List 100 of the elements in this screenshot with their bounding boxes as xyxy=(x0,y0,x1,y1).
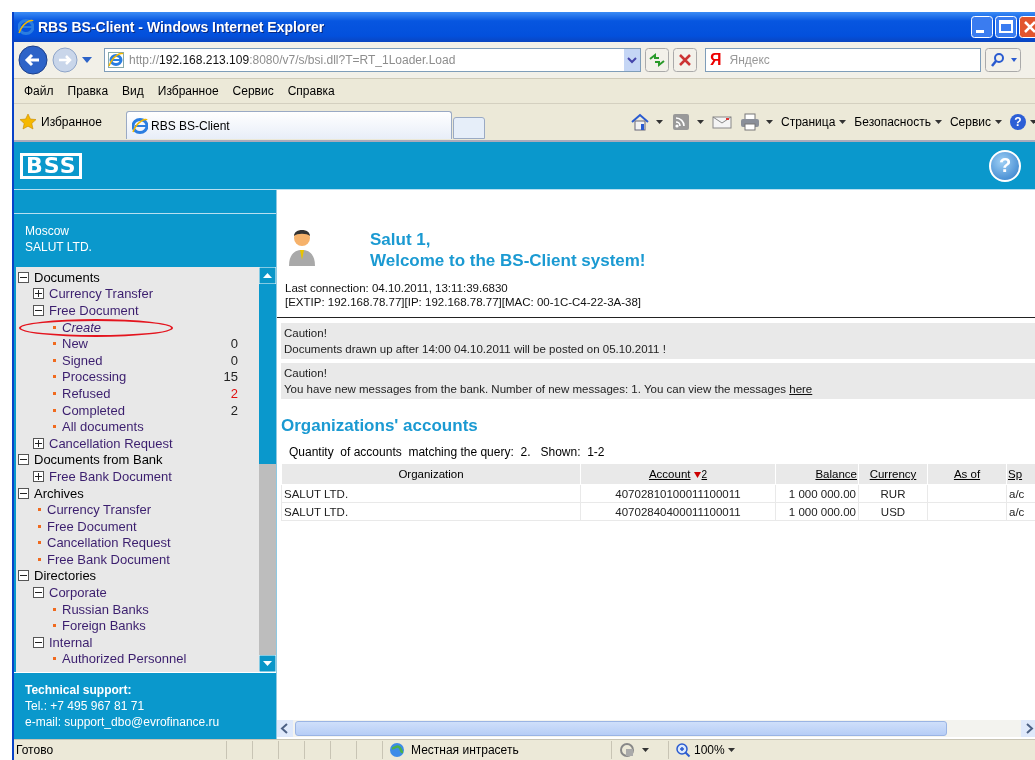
item-count: 0 xyxy=(230,336,238,352)
messages-link[interactable]: here xyxy=(789,383,813,395)
table-cell: SALUT LTD. xyxy=(281,484,581,503)
item-count: 2 xyxy=(230,385,238,401)
tree-item[interactable]: Free Bank Document xyxy=(49,468,172,484)
table-cell: 1 000 000.00 xyxy=(775,502,859,521)
close-button[interactable] xyxy=(1019,16,1035,38)
tree-item[interactable]: Internal xyxy=(49,634,93,650)
stop-button[interactable] xyxy=(673,48,697,72)
collapse-icon[interactable] xyxy=(33,587,44,599)
horizontal-scrollbar[interactable] xyxy=(277,720,1035,737)
collapse-icon[interactable] xyxy=(18,570,29,582)
table-cell: 40702810100011100011 xyxy=(580,484,776,503)
tree-item[interactable]: Corporate xyxy=(49,585,107,601)
refresh-button[interactable] xyxy=(645,48,669,72)
menu-item[interactable]: Сервис xyxy=(232,84,274,98)
tree-item[interactable]: Currency Transfer xyxy=(49,286,154,302)
history-dropdown-icon[interactable] xyxy=(82,57,92,63)
collapse-icon[interactable] xyxy=(18,271,29,283)
scroll-right-button[interactable] xyxy=(1021,720,1035,737)
network-info-text: [EXTIP: 192.168.78.77][IP: 192.168.78.77][MAC: 00-1C-C4-22-3A-38] xyxy=(284,295,643,309)
item-count: 15 xyxy=(223,369,238,385)
bullet-icon xyxy=(38,508,41,512)
mail-icon[interactable] xyxy=(711,113,732,131)
vertical-scrollbar[interactable] xyxy=(259,267,276,672)
tree-item[interactable]: Documents from Bank xyxy=(34,452,163,468)
collapse-icon[interactable] xyxy=(18,487,29,499)
tree-item[interactable]: Completed xyxy=(62,402,125,418)
company-label: SALUT LTD. xyxy=(25,239,93,255)
expand-icon[interactable] xyxy=(33,437,44,449)
column-header[interactable]: As of xyxy=(927,463,1007,485)
printer-icon[interactable] xyxy=(739,113,760,131)
search-input[interactable]: Яндекс xyxy=(727,52,932,68)
menu-item[interactable]: Правка xyxy=(67,84,109,98)
tree-item[interactable]: Currency Transfer xyxy=(47,502,152,518)
tree-item[interactable]: Directories xyxy=(34,568,97,584)
feed-icon[interactable] xyxy=(670,113,691,131)
tree-item[interactable]: Archives xyxy=(34,485,84,501)
caret-icon xyxy=(765,120,773,124)
window-title: RBS BS-Client - Windows Internet Explorer xyxy=(38,19,326,35)
scroll-down-button[interactable] xyxy=(259,655,276,672)
item-count: 2 xyxy=(230,402,238,418)
last-connection-text: Last connection: 04.10.2011, 13:11:39.6830 xyxy=(284,281,509,295)
tree-item[interactable]: Cancellation Request xyxy=(47,535,171,551)
collapse-icon[interactable] xyxy=(33,636,44,648)
maximize-button[interactable] xyxy=(995,16,1017,38)
tree-item[interactable]: Signed xyxy=(62,352,103,368)
tree-item[interactable]: Russian Banks xyxy=(62,601,149,617)
expand-icon[interactable] xyxy=(33,470,44,482)
favorites-button[interactable]: Избранное xyxy=(20,114,126,130)
table-cell: RUR xyxy=(858,484,928,503)
tree-item[interactable]: Free Document xyxy=(49,303,139,318)
menu-item[interactable]: Избранное xyxy=(157,84,219,98)
page-icon xyxy=(108,52,124,68)
zoom-button[interactable]: 100% xyxy=(668,741,741,759)
minimize-button[interactable] xyxy=(971,16,993,38)
tree-item[interactable]: Cancellation Request xyxy=(49,435,173,451)
tree-item[interactable]: Refused xyxy=(62,385,111,401)
protected-mode-icon[interactable] xyxy=(618,742,636,758)
collapse-icon[interactable] xyxy=(33,305,44,316)
scrollbar-thumb[interactable] xyxy=(295,721,947,736)
scroll-left-button[interactable] xyxy=(277,720,293,737)
bullet-icon xyxy=(53,325,56,329)
menu-item[interactable]: Вид xyxy=(122,84,144,98)
support-email: e-mail: support_dbo@evrofinance.ru xyxy=(25,714,221,730)
search-button[interactable] xyxy=(985,48,1021,72)
column-header[interactable]: Account 2 xyxy=(580,463,776,485)
star-icon xyxy=(20,114,36,130)
tree-item[interactable]: Foreign Banks xyxy=(62,618,146,634)
toolbar-menu[interactable]: Безопасность xyxy=(854,115,942,129)
scrollbar-thumb[interactable] xyxy=(259,284,276,464)
support-title: Technical support: xyxy=(25,682,133,698)
bullet-icon xyxy=(53,425,56,429)
caret-icon xyxy=(727,748,735,752)
home-icon[interactable] xyxy=(629,113,650,131)
tree-item[interactable]: Free Bank Document xyxy=(47,551,170,567)
column-header[interactable]: Currency xyxy=(858,463,928,485)
dropdown-icon[interactable] xyxy=(624,49,640,71)
column-header[interactable]: Balance xyxy=(775,463,859,485)
browser-tab[interactable]: RBS BS-Client xyxy=(126,111,452,139)
item-count: 0 xyxy=(230,352,238,368)
toolbar-menu[interactable]: Страница xyxy=(780,115,847,129)
menu-item[interactable]: Справка xyxy=(287,84,335,98)
search-field[interactable]: Я Яндекс xyxy=(705,48,981,72)
address-field[interactable]: http://192.168.213.109:8080/v7/s/bsi.dll?T=RT_1Loader.Load xyxy=(104,48,641,72)
column-header[interactable]: Sp xyxy=(1006,463,1035,485)
expand-icon[interactable] xyxy=(33,288,44,300)
tree-item[interactable]: New xyxy=(62,336,88,352)
collapse-icon[interactable] xyxy=(18,454,29,466)
column-header: Organization xyxy=(281,463,581,485)
tree-item[interactable]: All documents xyxy=(62,419,144,435)
tree-item[interactable]: Free Document xyxy=(47,518,137,534)
toolbar-menu[interactable]: Сервис xyxy=(949,115,1002,129)
scroll-up-button[interactable] xyxy=(259,267,276,284)
tree-item[interactable]: Authorized Personnel xyxy=(62,651,187,667)
menu-item[interactable]: Файл xyxy=(24,84,54,98)
tree-item[interactable]: Processing xyxy=(62,369,127,385)
tree-item[interactable]: Create xyxy=(62,319,102,335)
tree-item[interactable]: Documents xyxy=(34,269,100,285)
back-button[interactable] xyxy=(18,45,48,75)
